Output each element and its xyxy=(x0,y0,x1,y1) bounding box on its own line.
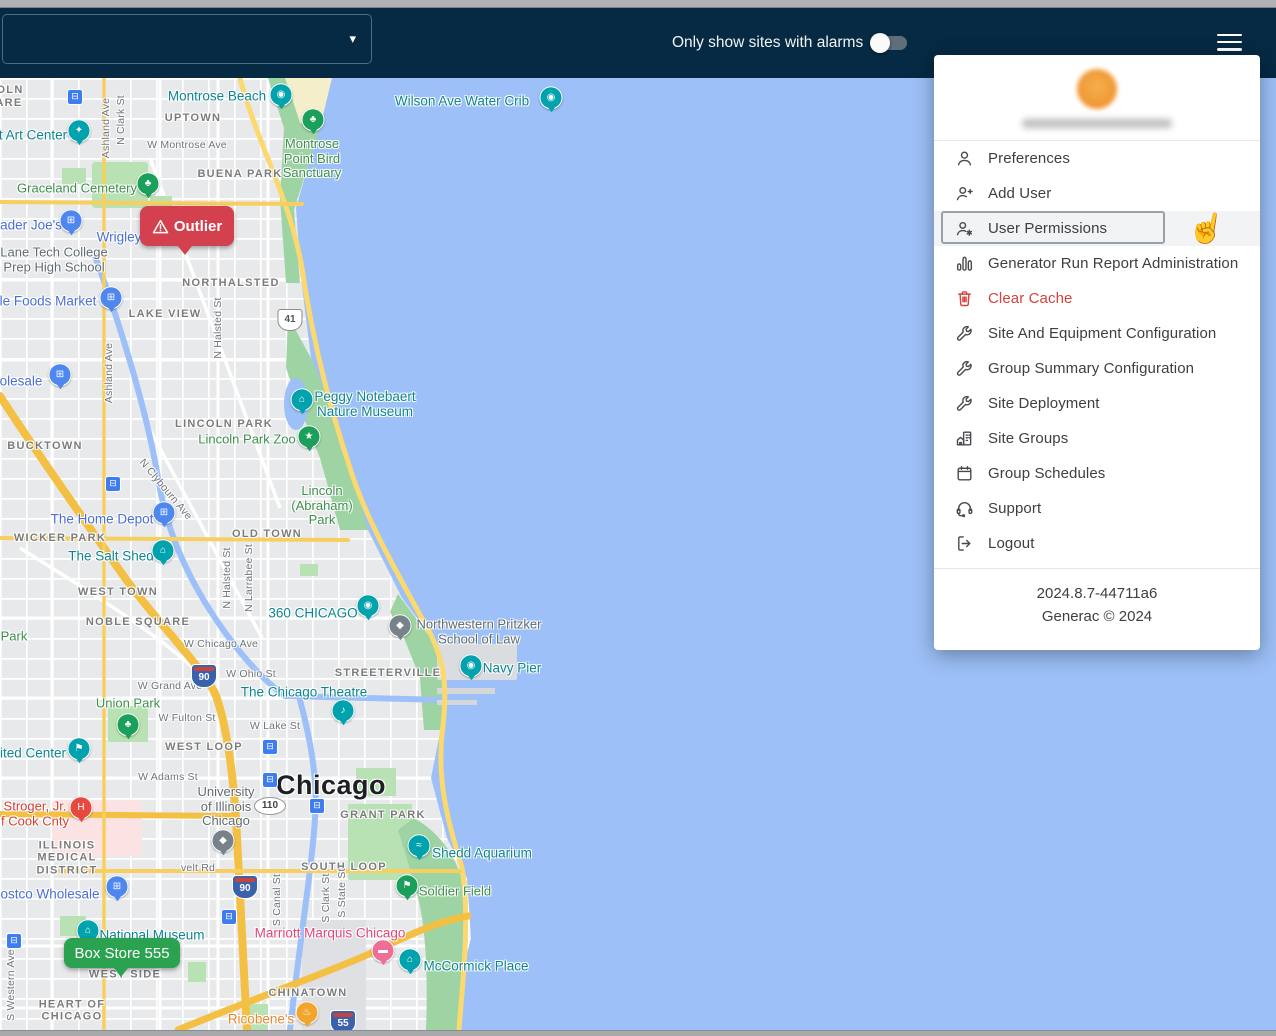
menu-item-label: Add User xyxy=(988,185,1051,202)
bar-chart-icon xyxy=(953,253,975,275)
menu-item-label: Preferences xyxy=(988,150,1070,167)
wrench-icon xyxy=(953,393,975,415)
app-window: ▾ Only show sites with alarms xyxy=(0,0,1276,1036)
avatar xyxy=(1077,69,1117,109)
menu-item-label: Generator Run Report Administration xyxy=(988,255,1238,272)
warning-triangle-icon xyxy=(152,219,169,234)
calendar-icon xyxy=(953,463,975,485)
buildings-icon xyxy=(953,428,975,450)
highway-shield: 90 xyxy=(191,664,217,688)
cart-icon: ⊞ xyxy=(106,875,129,898)
toggle-thumb xyxy=(870,33,890,53)
transit-icon: ⊟ xyxy=(105,476,121,492)
menu-item-group-schedules[interactable]: Group Schedules xyxy=(934,456,1260,491)
menu-item-user-permissions[interactable]: User Permissions xyxy=(934,211,1260,246)
site-badge-label: Outlier xyxy=(174,218,222,235)
copyright: Generac © 2024 xyxy=(934,605,1260,628)
menu-item-add-user[interactable]: Add User xyxy=(934,176,1260,211)
person-gear-icon xyxy=(953,218,975,240)
user-email-redacted xyxy=(1022,119,1172,128)
highway-shield: 90 xyxy=(232,875,258,899)
site-badge[interactable]: Box Store 555 xyxy=(64,938,180,968)
alarms-toggle-label: Only show sites with alarms xyxy=(672,34,863,52)
transit-icon: ⊟ xyxy=(6,933,22,949)
highway-shield: 110 xyxy=(254,797,286,815)
window-chrome-bottom xyxy=(0,1030,1276,1036)
headset-icon xyxy=(953,498,975,520)
water-crib-icon: ◉ xyxy=(540,86,563,109)
art-palette-icon: ✦ xyxy=(68,119,91,142)
dolphin-icon: ≈ xyxy=(408,834,431,857)
menu-item-generator-run-report-administration[interactable]: Generator Run Report Administration xyxy=(934,246,1260,281)
menu-item-label: Site Groups xyxy=(988,430,1068,447)
menu-item-label: Support xyxy=(988,500,1041,517)
menu-item-label: User Permissions xyxy=(988,220,1107,237)
cart-icon: ⊞ xyxy=(153,501,176,524)
trash-icon xyxy=(953,288,975,310)
menu-item-support[interactable]: Support xyxy=(934,491,1260,526)
divider xyxy=(934,568,1260,569)
site-badge-alarm[interactable]: Outlier xyxy=(140,206,234,246)
chevron-down-icon: ▾ xyxy=(349,31,356,47)
bed-icon: ▬ xyxy=(372,939,395,962)
site-filter-select[interactable]: ▾ xyxy=(2,14,372,64)
person-icon xyxy=(953,148,975,170)
museum-icon: ⌂ xyxy=(291,388,314,411)
transit-icon: ⊟ xyxy=(262,739,278,755)
highway-shield: 55 xyxy=(330,1010,356,1030)
wrench-icon xyxy=(953,358,975,380)
menu-item-site-deployment[interactable]: Site Deployment xyxy=(934,386,1260,421)
transit-icon: ⊟ xyxy=(309,798,325,814)
graduation-icon: ◆ xyxy=(212,829,235,852)
stadium-icon: ⚑ xyxy=(68,737,91,760)
paw-icon: ★ xyxy=(298,425,321,448)
menu-item-label: Site Deployment xyxy=(988,395,1100,412)
wrench-icon xyxy=(953,323,975,345)
transit-icon: ⊟ xyxy=(221,909,237,925)
menu-item-label: Site And Equipment Configuration xyxy=(988,325,1216,342)
menu-item-site-and-equipment-configuration[interactable]: Site And Equipment Configuration xyxy=(934,316,1260,351)
cart-icon: ⊞ xyxy=(49,363,72,386)
camera-icon: ◉ xyxy=(460,654,483,677)
museum-icon: ⌂ xyxy=(399,948,422,971)
tree-icon: ♣ xyxy=(137,172,160,195)
tree-icon: ♣ xyxy=(302,108,325,131)
stadium-icon: ⚑ xyxy=(396,874,419,897)
hamburger-menu-icon[interactable] xyxy=(1217,29,1243,55)
highway-shield: 41 xyxy=(278,309,303,331)
menu-item-site-groups[interactable]: Site Groups xyxy=(934,421,1260,456)
app-version: 2024.8.7-44711a6 xyxy=(934,582,1260,605)
camera-icon: ◉ xyxy=(270,83,293,106)
hospital-icon: H xyxy=(70,796,93,819)
transit-icon: ⊟ xyxy=(262,772,278,788)
alarms-toggle-group: Only show sites with alarms xyxy=(672,8,907,78)
restaurant-icon: ♨ xyxy=(296,1001,319,1024)
menu-item-label: Group Summary Configuration xyxy=(988,360,1194,377)
menu-items: Preferences Add User User Permissions Gener… xyxy=(934,141,1260,561)
landmark-icon: ⌂ xyxy=(152,539,175,562)
tree-icon: ♣ xyxy=(117,713,140,736)
site-badge-label: Box Store 555 xyxy=(74,945,169,962)
cart-icon: ⊞ xyxy=(60,209,83,232)
menu-item-clear-cache[interactable]: Clear Cache xyxy=(934,281,1260,316)
menu-footer: 2024.8.7-44711a6 Generac © 2024 xyxy=(934,582,1260,628)
cart-icon: ⊞ xyxy=(100,286,123,309)
alarms-toggle[interactable] xyxy=(873,36,907,50)
person-add-icon xyxy=(953,183,975,205)
logout-icon xyxy=(953,533,975,555)
menu-item-preferences[interactable]: Preferences xyxy=(934,141,1260,176)
graduation-icon: ◆ xyxy=(389,614,412,637)
menu-item-label: Logout xyxy=(988,535,1034,552)
account-admin-menu: Preferences Add User User Permissions Gener… xyxy=(934,55,1260,650)
camera-icon: ◉ xyxy=(357,594,380,617)
window-chrome-top xyxy=(0,0,1276,8)
menu-item-label: Clear Cache xyxy=(988,290,1072,307)
transit-icon: ⊟ xyxy=(67,89,83,105)
music-icon: ♪ xyxy=(332,699,355,722)
menu-item-logout[interactable]: Logout xyxy=(934,526,1260,561)
menu-item-label: Group Schedules xyxy=(988,465,1105,482)
menu-item-group-summary-configuration[interactable]: Group Summary Configuration xyxy=(934,351,1260,386)
